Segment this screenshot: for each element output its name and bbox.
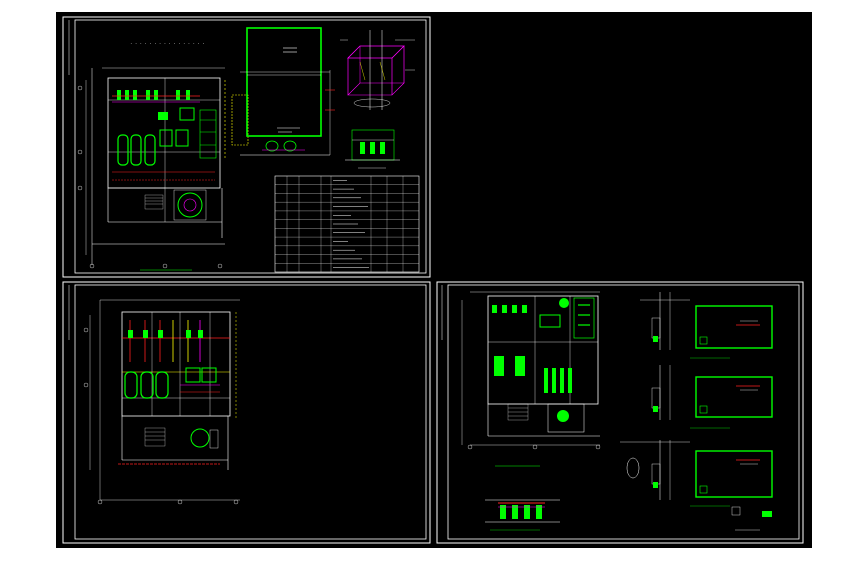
- modelspace-background: [56, 12, 812, 548]
- cad-drawing-canvas[interactable]: · · · · · · · · · · · · · · · ·: [0, 0, 867, 562]
- svg-text:· · · · · · · · · · · · · · ·: · · · · · · · · · · · · · · · ·: [130, 41, 205, 46]
